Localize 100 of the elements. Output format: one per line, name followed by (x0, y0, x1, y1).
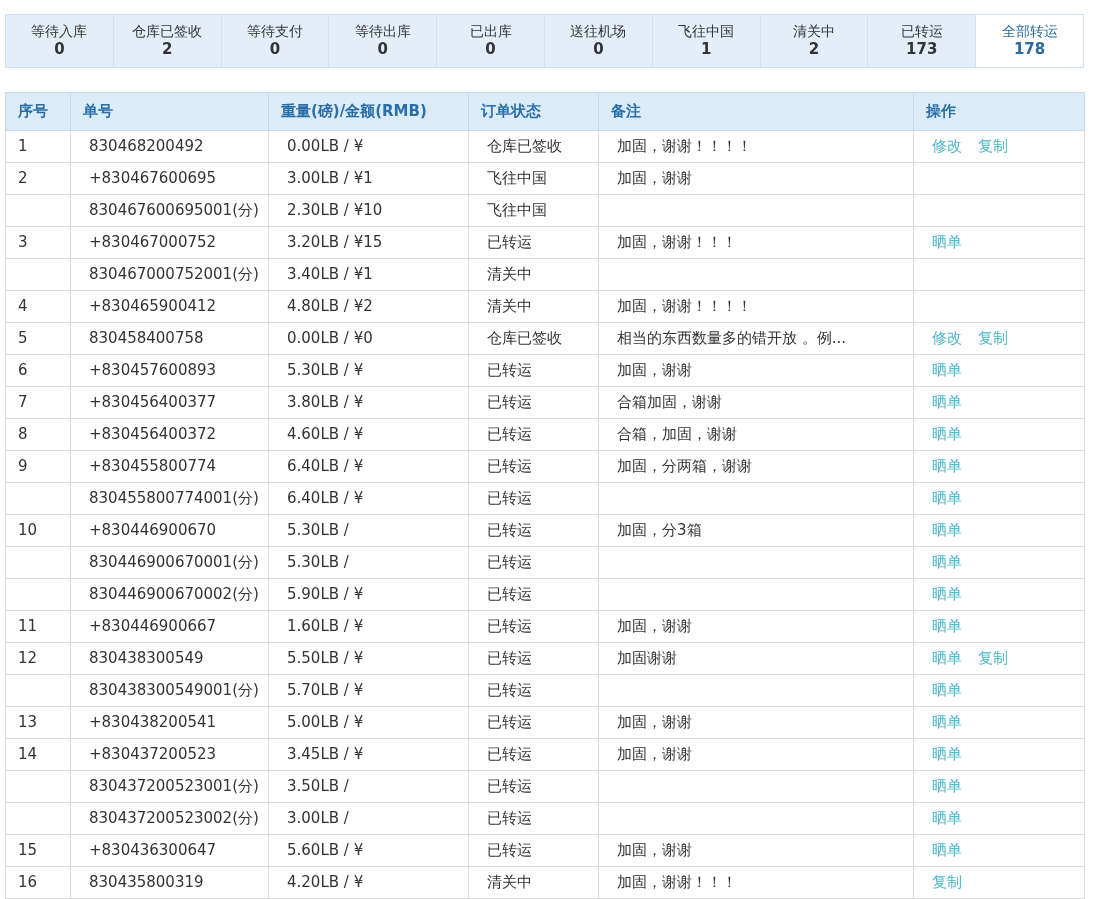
table-cell: +830457600893 (70, 354, 269, 387)
action-link[interactable]: 晒单 (932, 841, 962, 860)
table-cell: 飞往中国 (468, 194, 599, 227)
table-cell: 4.60LB / ¥ (268, 418, 469, 451)
table-cell: 已转运 (468, 770, 599, 803)
table-cell: +830436300647 (70, 834, 269, 867)
action-link[interactable]: 复制 (978, 137, 1008, 156)
table-cell: 6.40LB / ¥ (268, 482, 469, 515)
table-cell: 6.40LB / ¥ (268, 450, 469, 483)
table-cell: +830465900412 (70, 290, 269, 323)
table-cell: 15 (5, 834, 71, 867)
action-link[interactable]: 修改 (932, 137, 962, 156)
column-header: 重量(磅)/金额(RMB) (268, 92, 469, 131)
table-cell: 已转运 (468, 482, 599, 515)
table-cell: 加固，谢谢！！！！ (598, 290, 914, 323)
table-cell: +830455800774 (70, 450, 269, 483)
action-link[interactable]: 晒单 (932, 489, 962, 508)
table-cell: 6 (5, 354, 71, 387)
table-cell: 11 (5, 610, 71, 643)
table-cell: 3.20LB / ¥15 (268, 226, 469, 259)
table-cell: 清关中 (468, 866, 599, 899)
table-cell: 已转运 (468, 514, 599, 547)
action-link[interactable]: 修改 (932, 329, 962, 348)
table-cell: 830468200492 (70, 130, 269, 163)
action-link[interactable]: 晒单 (932, 745, 962, 764)
table-cell: 5.30LB / (268, 546, 469, 579)
action-link[interactable]: 复制 (978, 649, 1008, 668)
table-cell: +830467000752 (70, 226, 269, 259)
table-cell: 加固，谢谢！！！ (598, 226, 914, 259)
action-link[interactable]: 晒单 (932, 585, 962, 604)
table-cell: 4 (5, 290, 71, 323)
table-cell: 仓库已签收 (468, 322, 599, 355)
table-cell: 加固，谢谢！！！ (598, 866, 914, 899)
table-cell: 5.50LB / ¥ (268, 642, 469, 675)
table-cell: 已转运 (468, 610, 599, 643)
table-cell: 10 (5, 514, 71, 547)
table-cell: +830437200523 (70, 738, 269, 771)
table-cell: 加固，分两箱，谢谢 (598, 450, 914, 483)
table-cell: 830467000752001(分) (70, 258, 269, 291)
table-cell: 830435800319 (70, 866, 269, 899)
table-cell: 2.30LB / ¥10 (268, 194, 469, 227)
action-link[interactable]: 晒单 (932, 425, 962, 444)
table-cell: 5.60LB / ¥ (268, 834, 469, 867)
table-cell: 已转运 (468, 418, 599, 451)
table-cell: 加固，谢谢 (598, 738, 914, 771)
action-link[interactable]: 复制 (932, 873, 962, 892)
action-link[interactable]: 晒单 (932, 361, 962, 380)
action-link[interactable]: 晒单 (932, 681, 962, 700)
table-cell: 5.30LB / ¥ (268, 354, 469, 387)
table-cell: 5.90LB / ¥ (268, 578, 469, 611)
table-cell: 已转运 (468, 802, 599, 835)
table-cell: +830467600695 (70, 162, 269, 195)
action-link[interactable]: 晒单 (932, 809, 962, 828)
table-cell: 0.00LB / ¥0 (268, 322, 469, 355)
action-link[interactable]: 晒单 (932, 521, 962, 540)
action-link[interactable]: 晒单 (932, 617, 962, 636)
table-cell: 加固，谢谢 (598, 162, 914, 195)
table-cell: +830446900670 (70, 514, 269, 547)
table-cell: 加固，分3箱 (598, 514, 914, 547)
table-cell: 合箱加固，谢谢 (598, 386, 914, 419)
table-cell: 已转运 (468, 546, 599, 579)
table-cell: 已转运 (468, 354, 599, 387)
action-link[interactable]: 晒单 (932, 233, 962, 252)
table-cell: +830446900667 (70, 610, 269, 643)
table-cell: 12 (5, 642, 71, 675)
action-link[interactable]: 晒单 (932, 553, 962, 572)
table-cell: 已转运 (468, 674, 599, 707)
table-cell: 清关中 (468, 258, 599, 291)
table-cell: 已转运 (468, 578, 599, 611)
table-cell: 5.70LB / ¥ (268, 674, 469, 707)
table-cell: 830455800774001(分) (70, 482, 269, 515)
table-cell: 5.00LB / ¥ (268, 706, 469, 739)
column-header: 单号 (70, 92, 269, 131)
column-header: 序号 (5, 92, 71, 131)
table-cell: 已转运 (468, 738, 599, 771)
column-header: 订单状态 (468, 92, 599, 131)
table-cell: 飞往中国 (468, 162, 599, 195)
table-cell: 3.00LB / (268, 802, 469, 835)
action-link[interactable]: 晒单 (932, 457, 962, 476)
action-link[interactable]: 晒单 (932, 777, 962, 796)
table-cell: 830438300549001(分) (70, 674, 269, 707)
table-cell: +830438200541 (70, 706, 269, 739)
table-cell: 加固，谢谢 (598, 706, 914, 739)
table-cell: 1.60LB / ¥ (268, 610, 469, 643)
status-tab[interactable]: 全部转运 178 (976, 15, 1083, 67)
table-cell: 3.00LB / ¥1 (268, 162, 469, 195)
action-link[interactable]: 复制 (978, 329, 1008, 348)
table-cell: 5 (5, 322, 71, 355)
action-link[interactable]: 晒单 (932, 649, 962, 668)
table-cell: 1 (5, 130, 71, 163)
table-cell: 0.00LB / ¥ (268, 130, 469, 163)
table-cell: 830437200523002(分) (70, 802, 269, 835)
table-cell: 13 (5, 706, 71, 739)
table-cell: 加固，谢谢 (598, 610, 914, 643)
action-link[interactable]: 晒单 (932, 393, 962, 412)
column-header: 备注 (598, 92, 914, 131)
table-cell: 4.20LB / ¥ (268, 866, 469, 899)
table-cell: 3.50LB / (268, 770, 469, 803)
action-link[interactable]: 晒单 (932, 713, 962, 732)
table-cell: 3.40LB / ¥1 (268, 258, 469, 291)
